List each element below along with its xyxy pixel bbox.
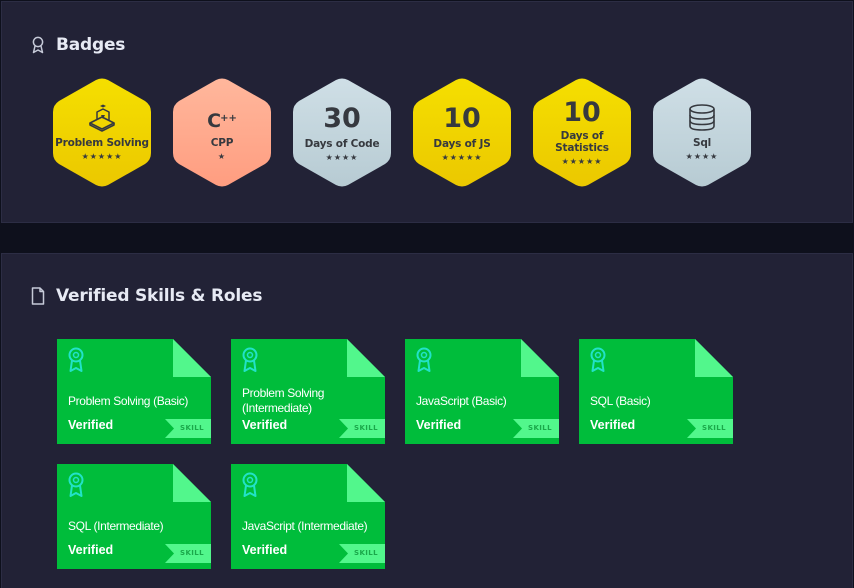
problem-solving-icon: [87, 104, 117, 132]
badge-days-of-js[interactable]: 10 Days of JS ★★★★★: [412, 77, 512, 188]
skill-card-problem-solving-basic[interactable]: Problem Solving (Basic) Verified SKILL: [57, 339, 211, 444]
award-ribbon-icon: [68, 472, 84, 497]
skill-tag-label: SKILL: [354, 549, 378, 557]
award-ribbon-icon: [32, 36, 44, 54]
skill-card-sql-basic[interactable]: SQL (Basic) Verified SKILL: [579, 339, 733, 444]
skill-tag-label: SKILL: [702, 424, 726, 432]
badge-label-line1: Days of: [560, 130, 604, 142]
skill-tag-label: SKILL: [528, 424, 552, 432]
badge-label: Days of Statistics: [555, 130, 609, 154]
badge-label: Problem Solving: [55, 137, 149, 149]
badge-stars: ★★★★★: [441, 153, 483, 162]
badge-stars: ★★★★: [685, 152, 719, 161]
skill-card-title: Problem Solving (Basic): [68, 394, 188, 408]
award-ribbon-icon: [68, 347, 84, 372]
cpp-icon: C++: [207, 104, 237, 132]
skill-card-title: SQL (Intermediate): [68, 519, 164, 533]
skill-tag: SKILL: [165, 419, 211, 438]
verified-skills-title: Verified Skills & Roles: [56, 286, 263, 306]
award-ribbon-icon: [416, 347, 432, 372]
skill-card-problem-solving-intermediate[interactable]: Problem Solving (Intermediate) Verified …: [231, 339, 385, 444]
database-icon: [687, 104, 717, 132]
skill-card-title: JavaScript (Intermediate): [242, 519, 368, 533]
skill-card-status: Verified: [242, 418, 288, 432]
badge-number: 30: [323, 103, 361, 134]
badges-panel: Badges Problem Solving ★★★★★ C++ CPP ★ 3…: [1, 1, 853, 223]
badge-label: CPP: [210, 137, 234, 149]
skill-card-status: Verified: [590, 418, 636, 432]
badge-stars: ★★★★★: [81, 152, 123, 161]
badge-problem-solving[interactable]: Problem Solving ★★★★★: [52, 77, 152, 188]
skill-card-title: SQL (Basic): [590, 394, 651, 408]
award-ribbon-icon: [242, 472, 258, 497]
badge-stars: ★: [217, 152, 227, 161]
badge-stars: ★★★★: [325, 153, 359, 162]
badge-number: 10: [563, 97, 601, 128]
skill-tag-label: SKILL: [354, 424, 378, 432]
verified-skills-heading: Verified Skills & Roles: [31, 286, 262, 306]
badge-days-of-code[interactable]: 30 Days of Code ★★★★: [292, 77, 392, 188]
skill-tag: SKILL: [339, 419, 385, 438]
skill-card-sql-intermediate[interactable]: SQL (Intermediate) Verified SKILL: [57, 464, 211, 569]
badge-cpp[interactable]: C++ CPP ★: [172, 77, 272, 188]
skill-tag-label: SKILL: [180, 424, 204, 432]
skill-card-status: Verified: [416, 418, 462, 432]
verified-skills-panel: Verified Skills & Roles Problem Solving …: [1, 253, 853, 588]
award-ribbon-icon: [242, 347, 258, 372]
award-ribbon-icon: [590, 347, 606, 372]
skill-tag: SKILL: [165, 544, 211, 563]
badge-label: Sql: [692, 137, 712, 149]
skill-card-status: Verified: [68, 543, 114, 557]
badge-stars: ★★★★★: [561, 157, 603, 166]
cpp-icon-plus: ++: [220, 113, 237, 124]
cpp-icon-letter: C: [207, 110, 221, 132]
skill-card-status: Verified: [68, 418, 114, 432]
badge-sql[interactable]: Sql ★★★★: [652, 77, 752, 188]
skill-card-status: Verified: [242, 543, 288, 557]
skill-tag: SKILL: [339, 544, 385, 563]
skill-card-javascript-intermediate[interactable]: JavaScript (Intermediate) Verified SKILL: [231, 464, 385, 569]
badge-days-of-statistics[interactable]: 10 Days of Statistics ★★★★★: [532, 77, 632, 188]
skill-card-title: JavaScript (Basic): [416, 394, 507, 408]
badge-number: 10: [443, 103, 481, 134]
badge-label: Days of Code: [304, 138, 380, 150]
skill-card-javascript-basic[interactable]: JavaScript (Basic) Verified SKILL: [405, 339, 559, 444]
skill-tag-label: SKILL: [180, 549, 204, 557]
badges-heading: Badges: [31, 35, 125, 55]
skill-tag: SKILL: [513, 419, 559, 438]
badge-label: Days of JS: [433, 138, 491, 150]
document-icon: [31, 287, 45, 305]
badges-title: Badges: [56, 35, 126, 55]
skill-card-title: Problem Solving (Intermediate): [242, 386, 325, 415]
skill-tag: SKILL: [687, 419, 733, 438]
badge-label-line2: Statistics: [555, 142, 609, 154]
